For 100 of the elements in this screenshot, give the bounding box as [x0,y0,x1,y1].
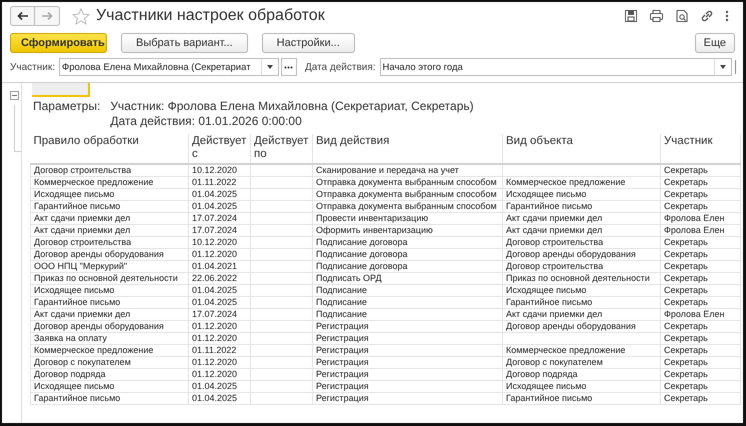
parameter-text: Участник: Фролова Елена Михайловна (Секретариат, Секретарь) [110,99,474,113]
table-cell: Подписание [312,296,502,308]
table-cell: 01.12.2020 [188,332,250,344]
table-cell: Заявка на оплату [30,332,188,344]
filter-field[interactable]: Фролова Елена Михайловна (Секретариат [58,58,279,76]
table-cell: Подписание [312,284,502,296]
table-cell: Секретарь [660,296,740,308]
save-icon[interactable] [624,9,638,23]
table-cell: Отправка документа выбранным способом [312,176,502,188]
table-cell: 01.11.2022 [188,176,250,188]
table-cell: Коммерческое предложение [502,344,660,356]
star-icon[interactable] [72,8,90,24]
more-button[interactable]: Еще [694,33,735,53]
table-cell: Секретарь [660,332,740,344]
table-cell: 01.12.2020 [188,320,250,332]
table-cell: Секретарь [660,392,740,404]
table-cell: 17.07.2024 [188,224,250,236]
table-cell: Договор с покупателем [30,356,188,368]
table-cell: Подписать ОРД [312,272,502,284]
table-cell: Исходящее письмо [502,188,660,200]
table-cell: Договор аренды оборудования [30,320,188,332]
table-cell: Фролова Елен [660,224,740,236]
column-header[interactable]: Вид объекта [502,134,660,164]
table-cell: Сканирование и передача на учет [312,164,502,176]
table-cell: Коммерческое предложение [30,344,188,356]
table-cell: 01.04.2025 [188,392,250,404]
table-cell: Секретарь [660,248,740,260]
selected-cell[interactable] [32,83,90,97]
preview-icon[interactable] [675,9,689,23]
table-cell: Договор строительства [502,260,660,272]
table-cell: Секретарь [660,356,740,368]
table-cell: Регистрация [312,332,502,344]
table-cell: Секретарь [660,200,740,212]
table-cell: Секретарь [660,176,740,188]
table-cell: 01.04.2025 [188,296,250,308]
table-cell: Исходящее письмо [502,380,660,392]
filter-field[interactable]: Начало этого года [380,58,732,76]
column-header[interactable]: Участник [660,134,740,164]
table-cell: Фролова Елен [660,308,740,320]
table-cell: 01.11.2022 [188,344,250,356]
table-cell: Гарантийное письмо [30,392,188,404]
parameter-text: Дата действия: 01.01.2026 0:00:00 [110,114,303,128]
toolbar-button[interactable]: Настройки... [262,33,355,53]
table-cell: Секретарь [660,380,740,392]
link-icon[interactable] [700,9,714,23]
table-cell: Исходящее письмо [30,284,188,296]
table-cell: Регистрация [312,368,502,380]
table-cell: Акт сдачи приемки дел [30,224,188,236]
column-header[interactable]: Правило обработки [30,134,188,164]
table-cell: Коммерческое предложение [30,176,188,188]
table-cell: 10.12.2020 [188,236,250,248]
table-cell: 01.12.2020 [188,368,250,380]
parameters-label: Параметры: [33,99,100,115]
table-cell: Договор аренды оборудования [30,248,188,260]
table-cell: Акт сдачи приемки дел [30,212,188,224]
ellipsis-icon [284,66,294,68]
table-cell: 01.04.2021 [188,260,250,272]
table-cell: Регистрация [312,320,502,332]
column-header[interactable]: Действует с [188,134,250,164]
table-cell: Гарантийное письмо [502,296,660,308]
filter-label: Дата действия: [304,62,376,72]
table-cell: Подписание [312,308,502,320]
table-cell: Акт сдачи приемки дел [502,308,660,320]
table-cell: Гарантийное письмо [502,392,660,404]
table-cell: 01.12.2020 [188,248,250,260]
table-cell: 01.04.2025 [188,284,250,296]
back-arrow-icon [16,11,28,21]
table-cell: Акт сдачи приемки дел [30,308,188,320]
group-bracket [14,105,21,152]
back-button[interactable] [10,6,35,26]
table-cell: Исходящее письмо [30,188,188,200]
column-header[interactable]: Вид действия [312,134,502,164]
table-cell: 17.07.2024 [188,212,250,224]
table-cell: Секретарь [660,284,740,296]
generate-button[interactable]: Сформировать [10,33,107,53]
table-cell: Приказ по основной деятельности [30,272,188,284]
table-cell: Регистрация [312,356,502,368]
table-cell: Секретарь [660,188,740,200]
table-cell: 01.04.2025 [188,200,250,212]
print-icon[interactable] [649,9,664,23]
table-cell: Договор аренды оборудования [502,320,660,332]
choose-button[interactable] [280,58,297,76]
table-cell: Секретарь [660,272,740,284]
column-header[interactable]: Действует по [250,134,312,164]
filter-label: Участник: [10,62,55,72]
table-cell: ООО НПЦ "Меркурий" [30,260,188,272]
toolbar-button[interactable]: Выбрать вариант... [121,33,248,53]
table-cell: Секретарь [660,260,740,272]
table-cell: 01.12.2020 [188,356,250,368]
table-cell: Регистрация [312,380,502,392]
table-cell: Отправка документа выбранным способом [312,200,502,212]
table-cell: Секретарь [660,164,740,176]
table-cell: 22.06.2022 [188,272,250,284]
more-icon[interactable] [725,9,729,23]
table-cell: Коммерческое предложение [502,176,660,188]
table-cell: Подписание договора [312,260,502,272]
collapse-icon[interactable] [10,91,19,100]
table-cell: Гарантийное письмо [30,200,188,212]
table-cell: Подписание договора [312,236,502,248]
table-cell: Отправка документа выбранным способом [312,188,502,200]
